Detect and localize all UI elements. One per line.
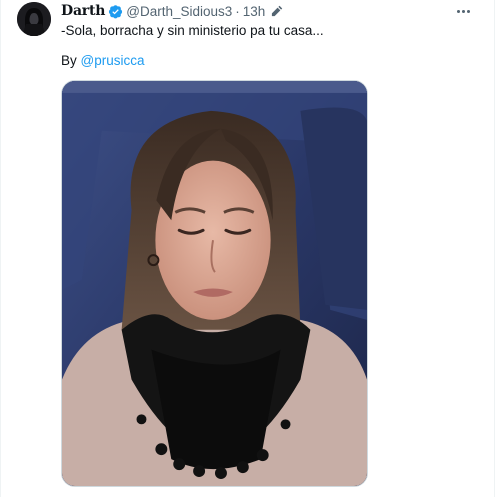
pencil-edit-icon[interactable] (270, 5, 283, 18)
more-dot (466, 9, 470, 13)
tweet-timestamp[interactable]: 13h (243, 4, 266, 19)
tweet-text: -Sola, borracha y sin ministerio pa tu c… (61, 23, 324, 38)
credit-mention-link[interactable]: @prusicca (81, 53, 145, 68)
more-dot (456, 9, 460, 13)
verified-badge-icon (109, 4, 123, 18)
tweet[interactable]: Darth @Darth_Sidious3 · 13h -Sola, borra… (0, 0, 495, 497)
hooded-figure-avatar-icon (17, 2, 51, 36)
credit-prefix: By (61, 53, 81, 68)
photo-media-icon (62, 81, 367, 486)
author-display-name[interactable]: Darth (61, 3, 105, 19)
tweet-header: Darth @Darth_Sidious3 · 13h (61, 2, 283, 20)
separator-dot: · (235, 3, 240, 19)
more-options-icon[interactable] (453, 2, 473, 20)
tweet-photo[interactable] (61, 80, 368, 487)
author-handle[interactable]: @Darth_Sidious3 (126, 4, 232, 19)
author-avatar[interactable] (17, 2, 51, 36)
tweet-credit: By @prusicca (61, 52, 145, 70)
more-dot (461, 9, 465, 13)
